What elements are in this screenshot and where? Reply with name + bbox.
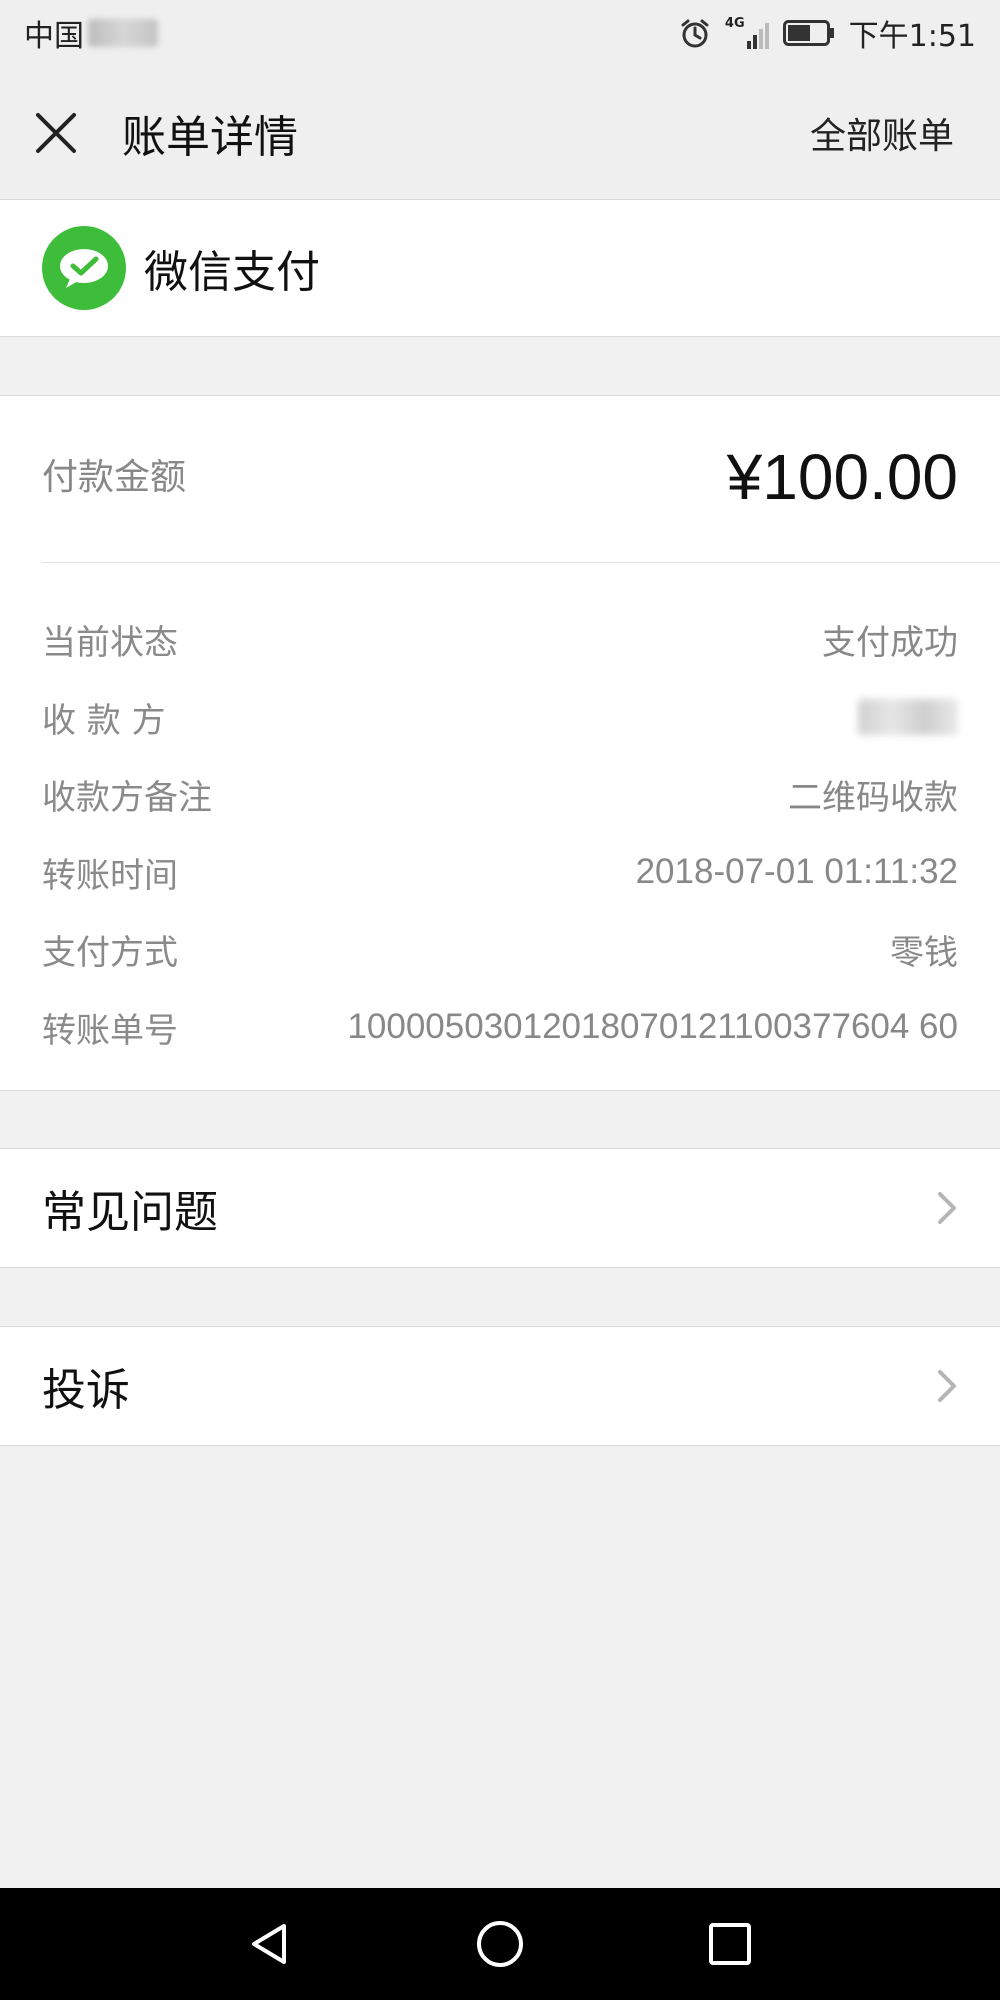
- status-bar: 中国 4G 下午1:51: [0, 0, 1000, 66]
- detail-label: 转账单号: [42, 1010, 178, 1051]
- detail-row-status: 当前状态 支付成功: [42, 601, 958, 679]
- amount-row: 付款金额 ¥100.00: [42, 396, 958, 562]
- clock: 下午1:51: [848, 19, 976, 54]
- amount-value: ¥100.00: [726, 441, 958, 513]
- faq-item[interactable]: 常见问题: [0, 1148, 1000, 1268]
- close-button[interactable]: [30, 107, 82, 159]
- detail-value: 零钱: [890, 933, 958, 974]
- recents-button[interactable]: [700, 1914, 760, 1974]
- wechat-pay-icon: [42, 226, 126, 310]
- divider: [42, 562, 1000, 563]
- status-icons: 4G 下午1:51: [679, 11, 976, 55]
- header-bar: 账单详情 全部账单: [0, 66, 1000, 200]
- complaint-item[interactable]: 投诉: [0, 1326, 1000, 1446]
- amount-label: 付款金额: [42, 457, 187, 498]
- detail-value: 二维码收款: [788, 778, 958, 819]
- detail-row-method: 支付方式 零钱: [42, 911, 958, 989]
- detail-row-payee: 收 款 方: [42, 679, 958, 757]
- battery-icon: [782, 20, 834, 46]
- signal-icon: 4G: [725, 17, 769, 49]
- detail-value: 支付成功: [822, 623, 958, 664]
- detail-label: 收款方备注: [42, 778, 212, 819]
- detail-value: 10000503012018070121100377604 60: [347, 1007, 958, 1047]
- detail-label: 收 款 方: [42, 700, 166, 741]
- faq-label: 常见问题: [42, 1187, 218, 1238]
- detail-label: 支付方式: [42, 933, 178, 974]
- all-bills-link[interactable]: 全部账单: [810, 107, 954, 159]
- page-title: 账单详情: [122, 111, 298, 163]
- complaint-label: 投诉: [42, 1365, 130, 1416]
- system-nav-bar: [0, 1888, 1000, 2000]
- chevron-right-icon: [938, 1192, 956, 1224]
- detail-row-transaction-id: 转账单号 10000503012018070121100377604 60: [42, 989, 958, 1067]
- home-icon: [477, 1921, 523, 1967]
- back-button[interactable]: [240, 1914, 300, 1974]
- carrier: 中国: [24, 11, 158, 55]
- payee-blurred: [858, 699, 958, 736]
- close-icon: [36, 112, 76, 153]
- carrier-blurred: [88, 19, 158, 47]
- back-icon: [252, 1924, 286, 1964]
- recents-icon: [709, 1923, 751, 1965]
- alarm-icon: [681, 19, 709, 48]
- network-type: 4G: [724, 16, 745, 31]
- merchant-name: 微信支付: [144, 247, 320, 298]
- home-button[interactable]: [470, 1914, 530, 1974]
- merchant-row: 微信支付: [0, 200, 1000, 337]
- detail-value: 2018-07-01 01:11:32: [635, 852, 958, 892]
- detail-row-payee-note: 收款方备注 二维码收款: [42, 756, 958, 834]
- detail-label: 当前状态: [42, 623, 178, 664]
- detail-label: 转账时间: [42, 855, 178, 896]
- bill-details-card: 付款金额 ¥100.00 当前状态 支付成功 收 款 方 收款方备注 二维码收款…: [0, 395, 1000, 1091]
- chevron-right-icon: [938, 1370, 956, 1402]
- detail-row-time: 转账时间 2018-07-01 01:11:32: [42, 834, 958, 912]
- carrier-name: 中国: [24, 19, 84, 54]
- detail-list: 当前状态 支付成功 收 款 方 收款方备注 二维码收款 转账时间 2018-07…: [42, 601, 958, 1066]
